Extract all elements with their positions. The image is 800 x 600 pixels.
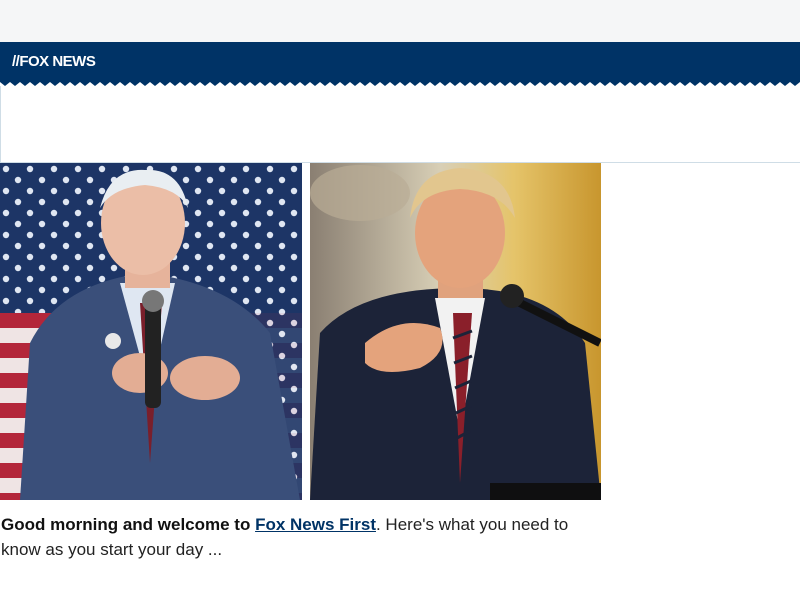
intro-greeting: Good morning and welcome to: [1, 515, 256, 534]
header-zigzag-border: [0, 80, 800, 86]
trump-photo-illustration: [310, 163, 601, 500]
intro-paragraph: Good morning and welcome to Fox News Fir…: [1, 512, 601, 562]
newsletter-header: //FOX NEWS: [0, 42, 800, 80]
logo-text: FOX NEWS: [19, 53, 96, 70]
content-left-border: [0, 86, 1, 162]
fox-news-logo[interactable]: //FOX NEWS: [12, 53, 96, 70]
left-news-photo[interactable]: [0, 163, 302, 500]
browser-top-area: [0, 0, 800, 42]
fox-news-first-link[interactable]: Fox News First: [255, 515, 376, 534]
biden-photo-illustration: [0, 163, 302, 500]
right-news-photo[interactable]: [310, 163, 601, 500]
